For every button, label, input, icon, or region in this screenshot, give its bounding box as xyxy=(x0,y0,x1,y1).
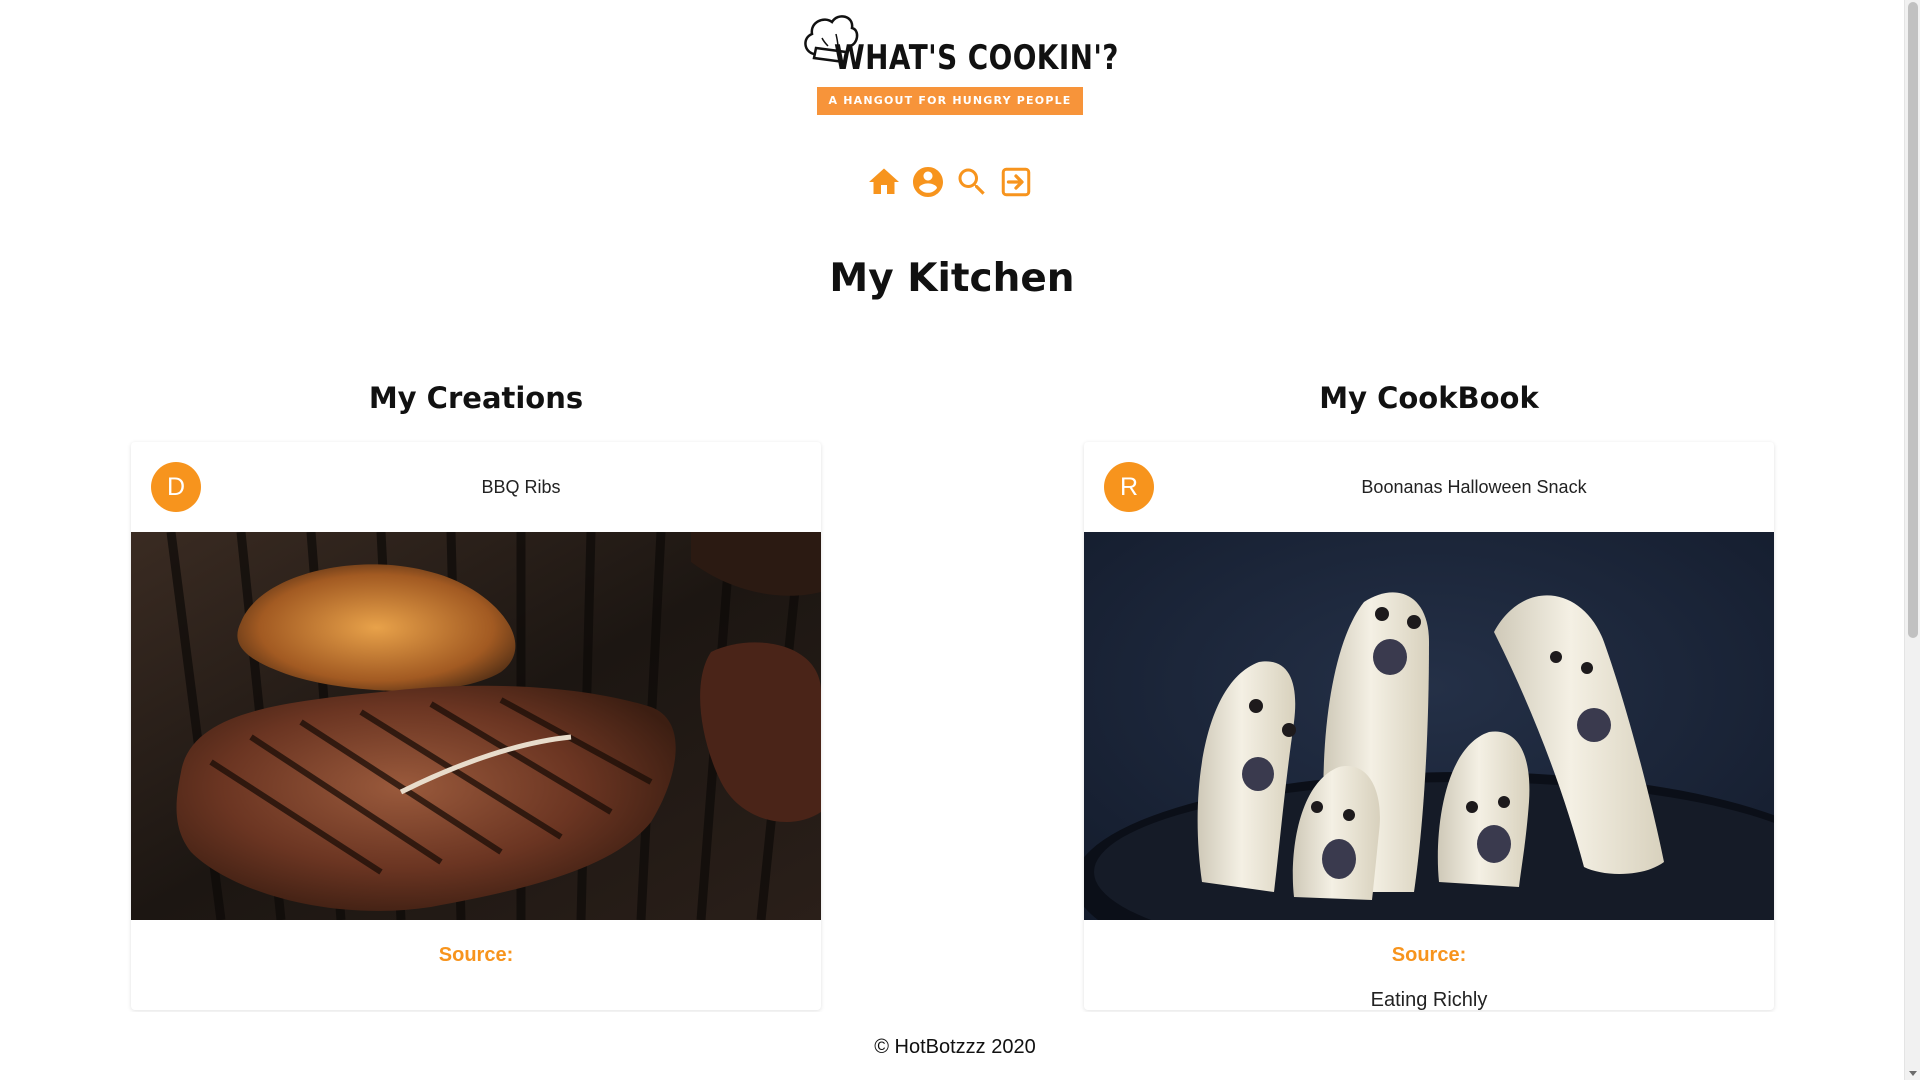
section-heading: My CookBook xyxy=(1319,381,1539,415)
source-label: Source: xyxy=(438,944,514,966)
logo-tagline: A HANGOUT FOR HUNGRY PEOPLE xyxy=(817,87,1083,115)
recipe-title[interactable]: BBQ Ribs xyxy=(221,442,821,532)
search-icon[interactable] xyxy=(954,162,990,202)
banana-ghosts-photo[interactable] xyxy=(1084,532,1774,920)
logo-wordmark: WHAT'S COOKIN'? xyxy=(834,38,1119,78)
my-creations-section: My Creations D BBQ Ribs Source: xyxy=(131,378,821,1010)
grilled-steak-photo[interactable] xyxy=(131,532,821,920)
main-nav xyxy=(866,162,1034,202)
avatar: R xyxy=(1104,462,1154,512)
recipe-title[interactable]: Boonanas Halloween Snack xyxy=(1174,442,1774,532)
page: WHAT'S COOKIN'? A HANGOUT FOR HUNGRY PEO… xyxy=(0,0,1920,1080)
page-title: My Kitchen xyxy=(829,256,1075,301)
avatar: D xyxy=(151,462,201,512)
card-header: R Boonanas Halloween Snack xyxy=(1084,442,1774,532)
site-logo[interactable]: WHAT'S COOKIN'? A HANGOUT FOR HUNGRY PEO… xyxy=(800,8,1118,118)
page-scrollbar[interactable] xyxy=(1904,0,1920,1080)
recipe-card[interactable]: D BBQ Ribs Source: xyxy=(131,442,821,1010)
section-heading: My Creations xyxy=(368,381,584,415)
scrollbar-thumb[interactable] xyxy=(1908,2,1918,638)
home-icon[interactable] xyxy=(866,162,902,202)
footer-copyright: © HotBotzzz 2020 xyxy=(874,1036,1036,1058)
source-label: Source: xyxy=(1391,944,1467,966)
scroll-down-arrow-icon[interactable] xyxy=(1909,1071,1917,1076)
logout-icon[interactable] xyxy=(998,162,1034,202)
source-value[interactable]: Eating Richly xyxy=(1084,989,1774,1010)
account-icon[interactable] xyxy=(910,162,946,202)
card-header: D BBQ Ribs xyxy=(131,442,821,532)
card-body: Source: xyxy=(131,920,821,967)
my-cookbook-section: My CookBook R Boonanas Halloween Snack S… xyxy=(1084,378,1774,1010)
card-body: Source: Eating Richly xyxy=(1084,920,1774,1010)
recipe-card[interactable]: R Boonanas Halloween Snack Source: Eatin… xyxy=(1084,442,1774,1010)
